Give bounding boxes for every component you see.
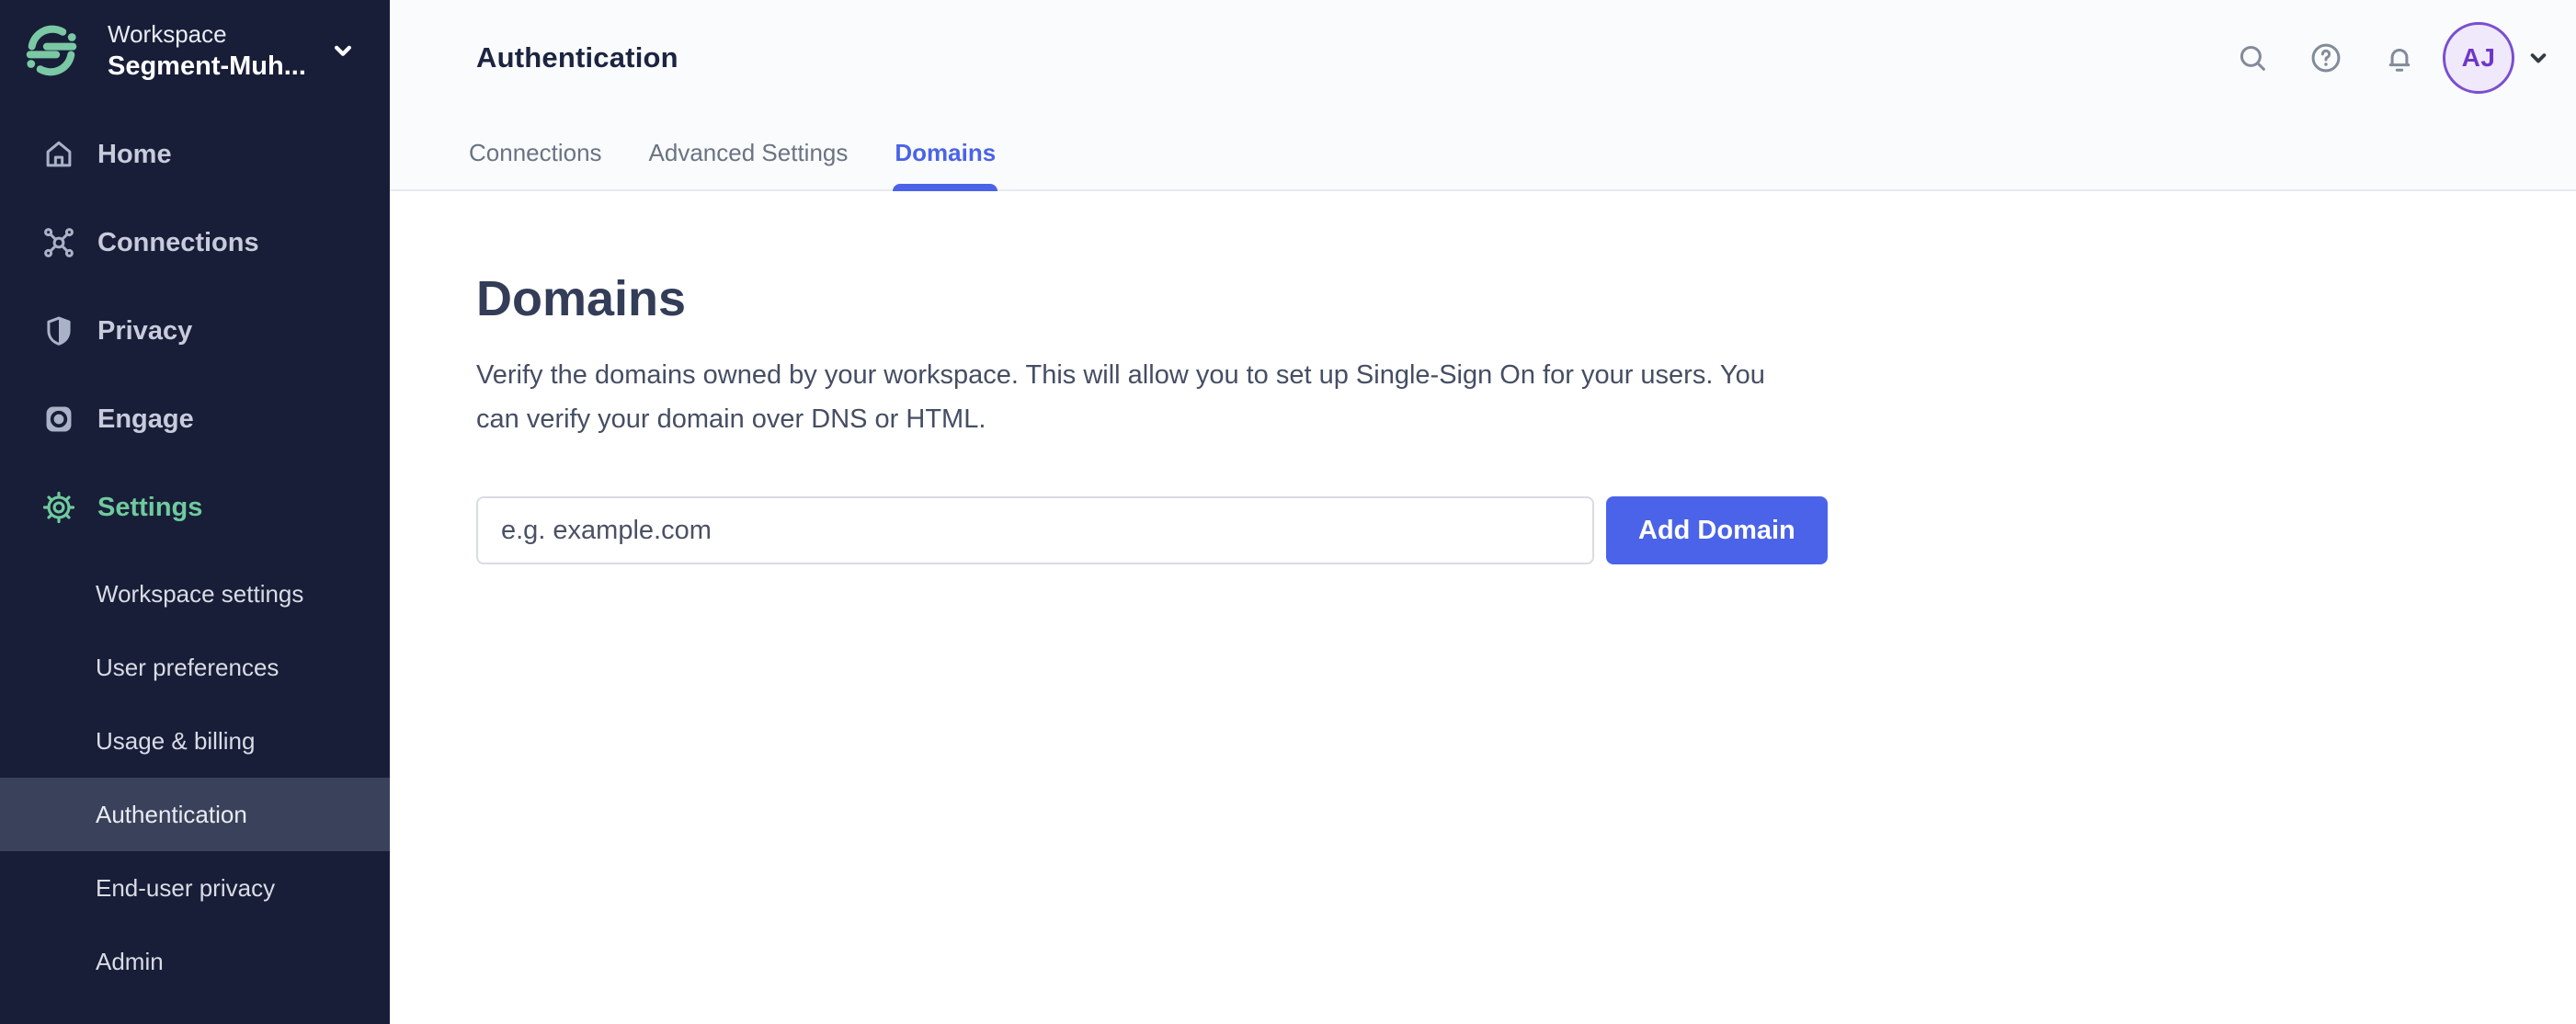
sidebar-main-nav: Home Connections Privacy Engage Settings xyxy=(0,110,390,552)
section-description: Verify the domains owned by your workspa… xyxy=(476,360,1765,434)
tab-connections[interactable]: Connections xyxy=(467,139,604,191)
workspace-switcher[interactable]: Workspace Segment-Muh... xyxy=(0,0,390,101)
sidebar-subitem-usage-billing[interactable]: Usage & billing xyxy=(0,704,390,778)
sidebar-item-label: Home xyxy=(97,139,172,169)
subitem-label: End-user privacy xyxy=(96,873,276,902)
search-icon[interactable] xyxy=(2235,40,2270,75)
sidebar: Workspace Segment-Muh... Home Connection… xyxy=(0,0,390,1024)
subitem-label: Workspace settings xyxy=(96,579,304,608)
sidebar-item-connections[interactable]: Connections xyxy=(0,199,390,287)
sidebar-subitem-admin[interactable]: Admin xyxy=(0,925,390,998)
app-root: Workspace Segment-Muh... Home Connection… xyxy=(0,0,2576,1024)
gear-icon xyxy=(41,490,76,525)
section-heading: Domains xyxy=(476,271,687,326)
topbar-row: Authentication AJ xyxy=(390,0,2576,116)
main-area: Authentication AJ Connections Advanced S… xyxy=(390,0,2576,1024)
sidebar-item-label: Settings xyxy=(97,492,203,522)
sidebar-item-home[interactable]: Home xyxy=(0,110,390,199)
segment-logo-icon xyxy=(23,22,80,79)
add-domain-button[interactable]: Add Domain xyxy=(1606,496,1828,564)
sidebar-item-settings[interactable]: Settings xyxy=(0,463,390,552)
sidebar-item-label: Connections xyxy=(97,227,259,257)
topbar-actions: AJ xyxy=(2196,22,2551,94)
domain-input[interactable] xyxy=(476,496,1594,564)
tab-bar: Connections Advanced Settings Domains xyxy=(467,139,997,191)
avatar[interactable]: AJ xyxy=(2443,22,2514,94)
add-domain-form: Add Domain xyxy=(476,496,2521,564)
workspace-label: Workspace xyxy=(108,20,227,48)
engage-icon xyxy=(41,402,76,437)
sidebar-subitem-end-user-privacy[interactable]: End-user privacy xyxy=(0,851,390,925)
sidebar-subitem-user-preferences[interactable]: User preferences xyxy=(0,631,390,704)
subitem-label: Usage & billing xyxy=(96,726,256,755)
chevron-down-icon xyxy=(329,37,357,64)
sidebar-item-label: Privacy xyxy=(97,315,193,346)
home-icon xyxy=(41,137,76,172)
workspace-text: Workspace Segment-Muh... xyxy=(108,19,306,82)
tab-advanced-settings[interactable]: Advanced Settings xyxy=(647,139,850,191)
shield-icon xyxy=(41,313,76,348)
domains-section: Domains Verify the domains owned by your… xyxy=(390,191,2576,1024)
connections-icon xyxy=(41,225,76,260)
subitem-label: Admin xyxy=(96,947,164,975)
sidebar-settings-subnav: Workspace settings User preferences Usag… xyxy=(0,557,390,998)
sidebar-subitem-workspace-settings[interactable]: Workspace settings xyxy=(0,557,390,631)
help-icon[interactable] xyxy=(2308,40,2343,75)
sidebar-item-engage[interactable]: Engage xyxy=(0,375,390,463)
sidebar-item-label: Engage xyxy=(97,404,194,434)
workspace-name: Segment-Muh... xyxy=(108,51,306,81)
subitem-label: User preferences xyxy=(96,653,279,681)
sidebar-item-privacy[interactable]: Privacy xyxy=(0,287,390,375)
page-header: Authentication AJ Connections Advanced S… xyxy=(390,0,2576,191)
page-title: Authentication xyxy=(476,41,678,74)
tab-domains[interactable]: Domains xyxy=(893,139,997,191)
chevron-down-icon[interactable] xyxy=(2525,45,2551,71)
bell-icon[interactable] xyxy=(2382,40,2417,75)
sidebar-subitem-authentication[interactable]: Authentication xyxy=(0,778,390,851)
subitem-label: Authentication xyxy=(96,800,247,828)
